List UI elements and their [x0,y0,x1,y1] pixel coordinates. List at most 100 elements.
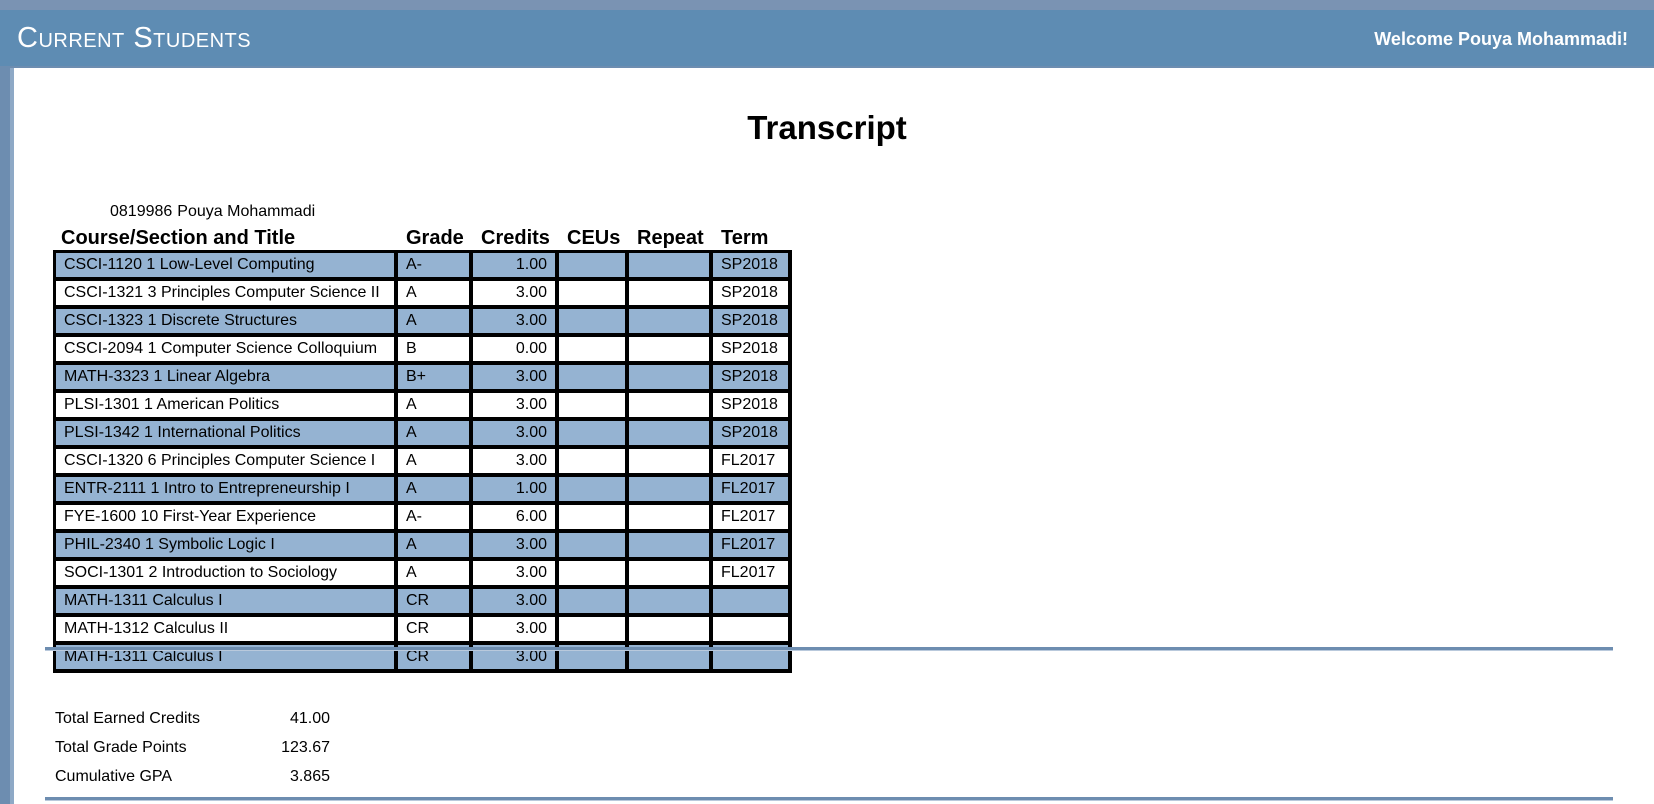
table-row: CSCI-1320 6 Principles Computer Science … [53,449,792,477]
student-id: 0819986 [110,203,173,220]
total-earned-credits-value: 41.00 [289,710,330,727]
repeat-cell [629,533,713,561]
table-row: FYE-1600 10 First-Year Experience A- 6.00 F… [53,505,792,533]
ceus-cell [559,365,629,393]
table-header-row: Course/Section and Title Grade Credits C… [53,226,792,250]
credits-cell: 3.00 [473,589,559,617]
table-row: CSCI-1120 1 Low-Level Computing A- 1.00 SP2… [53,250,792,281]
cumulative-gpa-label: Cumulative GPA [55,768,173,785]
course-cell: SOCI-1301 2 Introduction to Sociology [53,561,398,589]
table-row: PLSI-1342 1 International Politics A 3.00 S… [53,421,792,449]
credits-cell: 3.00 [473,281,559,309]
ceus-cell [559,421,629,449]
term-cell [713,589,792,617]
grade-cell: A [398,393,473,421]
grade-cell: B [398,337,473,365]
credits-cell: 3.00 [473,533,559,561]
grade-cell: A [398,421,473,449]
column-header-course: Course/Section and Title [61,227,296,249]
transcript-table: Course/Section and Title Grade Credits C… [53,226,792,673]
grade-cell: A [398,561,473,589]
ceus-cell [559,250,629,281]
repeat-cell [629,449,713,477]
student-name: Pouya Mohammadi [177,203,316,220]
term-cell: SP2018 [713,421,792,449]
table-row: SOCI-1301 2 Introduction to Sociology A 3.… [53,561,792,589]
table-row: CSCI-1323 1 Discrete Structures A 3.00 SP20… [53,309,792,337]
grade-cell: CR [398,617,473,645]
term-cell: SP2018 [713,281,792,309]
credits-cell: 3.00 [473,617,559,645]
cumulative-gpa-value: 3.865 [289,768,330,785]
grade-cell: CR [398,589,473,617]
course-cell: PLSI-1342 1 International Politics [53,421,398,449]
repeat-cell [629,393,713,421]
column-header-credits: Credits [481,227,550,249]
ceus-cell [559,449,629,477]
transcript-rows: CSCI-1120 1 Low-Level Computing A- 1.00 SP2… [53,250,792,673]
course-cell: CSCI-1323 1 Discrete Structures [53,309,398,337]
grade-cell: A- [398,505,473,533]
credits-cell: 3.00 [473,421,559,449]
column-header-repeat: Repeat [637,227,704,249]
divider-bottom [45,797,1613,801]
repeat-cell [629,617,713,645]
credits-cell: 6.00 [473,505,559,533]
term-cell: SP2018 [713,250,792,281]
ceus-cell [559,477,629,505]
grade-cell: A [398,449,473,477]
term-cell: SP2018 [713,365,792,393]
grade-cell: A [398,281,473,309]
total-grade-points-label: Total Grade Points [55,739,187,756]
repeat-cell [629,477,713,505]
repeat-cell [629,281,713,309]
column-header-grade: Grade [406,227,464,249]
table-row: CSCI-1321 3 Principles Computer Science … [53,281,792,309]
repeat-cell [629,337,713,365]
course-cell: PLSI-1301 1 American Politics [53,393,398,421]
total-earned-credits-label: Total Earned Credits [55,710,200,727]
term-cell [713,617,792,645]
course-cell: CSCI-2094 1 Computer Science Colloquium [53,337,398,365]
column-header-term: Term [721,227,769,249]
grade-cell: A- [398,250,473,281]
ceus-cell [559,617,629,645]
ceus-cell [559,337,629,365]
student-info: 0819986 Pouya Mohammadi [110,202,315,222]
site-brand[interactable]: Current Students [17,23,251,53]
term-cell: SP2018 [713,337,792,365]
credits-cell: 3.00 [473,309,559,337]
course-cell: CSCI-1320 6 Principles Computer Science … [53,449,398,477]
repeat-cell [629,421,713,449]
grade-cell: A [398,309,473,337]
page-title: Transcript [747,109,907,146]
column-header-ceus: CEUs [567,227,621,249]
table-row: MATH-3323 1 Linear Algebra B+ 3.00 SP2018 [53,365,792,393]
repeat-cell [629,365,713,393]
course-cell: FYE-1600 10 First-Year Experience [53,505,398,533]
term-cell: FL2017 [713,533,792,561]
repeat-cell [629,309,713,337]
course-cell: CSCI-1321 3 Principles Computer Science … [53,281,398,309]
repeat-cell [629,250,713,281]
site-header: Current Students Welcome Pouya Mohammadi… [0,10,1654,66]
table-row: PLSI-1301 1 American Politics A 3.00 SP2018 [53,393,792,421]
repeat-cell [629,589,713,617]
course-cell: PHIL-2340 1 Symbolic Logic I [53,533,398,561]
term-cell: FL2017 [713,561,792,589]
credits-cell: 3.00 [473,365,559,393]
divider [45,647,1613,651]
credits-cell: 1.00 [473,250,559,281]
ceus-cell [559,533,629,561]
term-cell: FL2017 [713,505,792,533]
table-row: PHIL-2340 1 Symbolic Logic I A 3.00 FL2017 [53,533,792,561]
total-grade-points-value: 123.67 [281,739,330,756]
grade-cell: A [398,533,473,561]
term-cell: SP2018 [713,309,792,337]
grade-cell: B+ [398,365,473,393]
repeat-cell [629,505,713,533]
table-row: ENTR-2111 1 Intro to Entrepreneurship IA… [53,477,792,505]
term-cell: FL2017 [713,477,792,505]
ceus-cell [559,589,629,617]
grade-cell: A [398,477,473,505]
